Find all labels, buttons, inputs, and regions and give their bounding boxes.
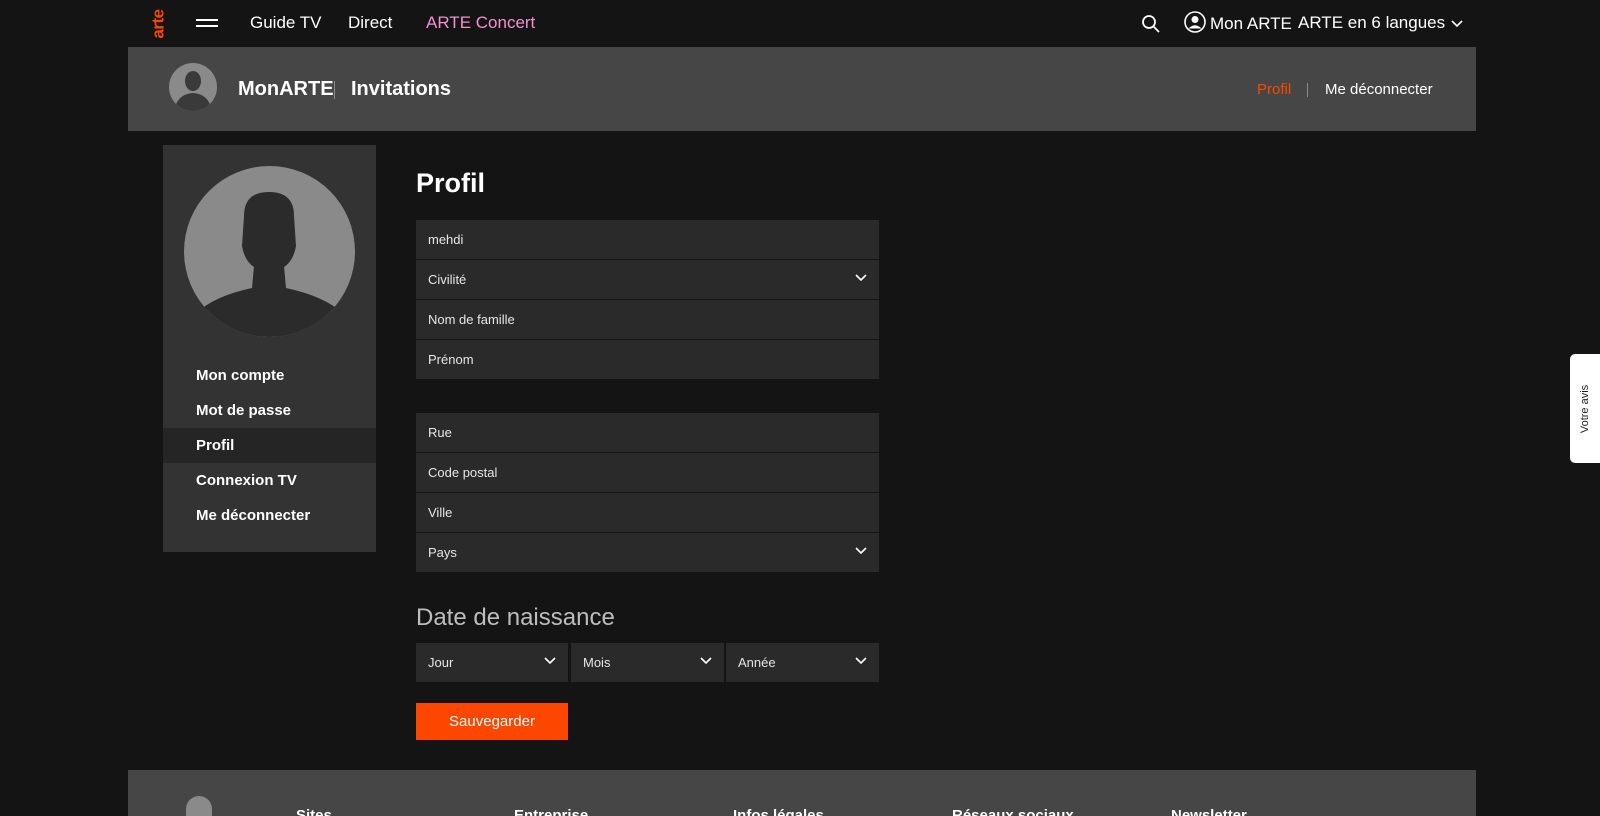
birthdate-heading: Date de naissance xyxy=(416,604,615,631)
divider xyxy=(334,81,335,99)
nav-guide-tv[interactable]: Guide TV xyxy=(250,13,322,33)
mon-arte-label: Mon ARTE xyxy=(1210,14,1292,33)
profile-avatar xyxy=(184,166,355,337)
top-navigation: arte Guide TV Direct ARTE Concert Mon AR… xyxy=(0,0,1600,47)
invitations-link[interactable]: Invitations xyxy=(351,78,451,101)
profile-header-band: MonARTE Invitations Profil Me déconnecte… xyxy=(128,47,1476,131)
country-select[interactable]: Pays xyxy=(416,533,879,572)
save-button[interactable]: Sauvegarder xyxy=(416,703,568,740)
year-label: Année xyxy=(738,655,776,670)
footer-col-infos-legales[interactable]: Infos légales xyxy=(733,807,824,816)
sidebar-item-profil[interactable]: Profil xyxy=(163,428,376,463)
chevron-down-icon xyxy=(855,547,867,555)
country-label: Pays xyxy=(428,545,457,560)
footer-logo xyxy=(186,796,212,816)
sidebar-item-mon-compte[interactable]: Mon compte xyxy=(163,358,376,393)
sidebar-item-connexion-tv[interactable]: Connexion TV xyxy=(163,463,376,498)
page-title: MonARTE xyxy=(238,78,334,100)
chevron-down-icon xyxy=(1451,13,1463,33)
footer-col-entreprise[interactable]: Entreprise xyxy=(514,807,588,816)
footer-col-newsletter[interactable]: Newsletter xyxy=(1171,807,1247,816)
postal-code-field[interactable]: Code postal xyxy=(416,453,879,492)
user-circle-icon xyxy=(1184,10,1206,38)
profile-link[interactable]: Profil xyxy=(1257,81,1291,98)
civility-label: Civilité xyxy=(428,272,467,287)
footer: Sites Entreprise Infos légales Réseaux s… xyxy=(128,770,1476,816)
sidebar-item-mot-de-passe[interactable]: Mot de passe xyxy=(163,393,376,428)
username-field[interactable]: mehdi xyxy=(416,220,879,259)
day-label: Jour xyxy=(428,655,454,670)
footer-col-sites[interactable]: Sites xyxy=(296,807,332,816)
sidebar-menu: Mon compte Mot de passe Profil Connexion… xyxy=(163,358,376,533)
civility-select[interactable]: Civilité xyxy=(416,260,879,299)
sidebar-item-me-deconnecter[interactable]: Me déconnecter xyxy=(163,498,376,533)
language-label: ARTE en 6 langues xyxy=(1298,13,1446,32)
nav-direct[interactable]: Direct xyxy=(348,13,392,33)
avatar xyxy=(169,63,217,111)
month-label: Mois xyxy=(583,655,611,670)
footer-col-reseaux-sociaux[interactable]: Réseaux sociaux xyxy=(952,807,1074,816)
language-selector[interactable]: ARTE en 6 langues xyxy=(1298,13,1463,33)
search-icon[interactable] xyxy=(1141,14,1161,34)
arte-logo[interactable]: arte xyxy=(149,3,171,43)
mon-arte-account[interactable]: Mon ARTE xyxy=(1184,10,1292,38)
month-select[interactable]: Mois xyxy=(571,643,724,682)
account-sidebar: Mon compte Mot de passe Profil Connexion… xyxy=(163,145,376,552)
day-select[interactable]: Jour xyxy=(416,643,568,682)
year-select[interactable]: Année xyxy=(726,643,879,682)
city-field[interactable]: Ville xyxy=(416,493,879,532)
divider xyxy=(1307,83,1308,97)
street-field[interactable]: Rue xyxy=(416,413,879,452)
chevron-down-icon xyxy=(855,657,867,665)
feedback-tab[interactable]: Votre avis xyxy=(1570,354,1600,463)
chevron-down-icon xyxy=(700,657,712,665)
lastname-field[interactable]: Nom de famille xyxy=(416,300,879,339)
form-title: Profil xyxy=(416,168,486,198)
chevron-down-icon xyxy=(855,274,867,282)
feedback-label: Votre avis xyxy=(1579,384,1591,433)
logout-link[interactable]: Me déconnecter xyxy=(1325,81,1433,98)
nav-arte-concert[interactable]: ARTE Concert xyxy=(426,13,535,33)
menu-icon[interactable] xyxy=(196,19,218,29)
chevron-down-icon xyxy=(544,657,556,665)
firstname-field[interactable]: Prénom xyxy=(416,340,879,379)
